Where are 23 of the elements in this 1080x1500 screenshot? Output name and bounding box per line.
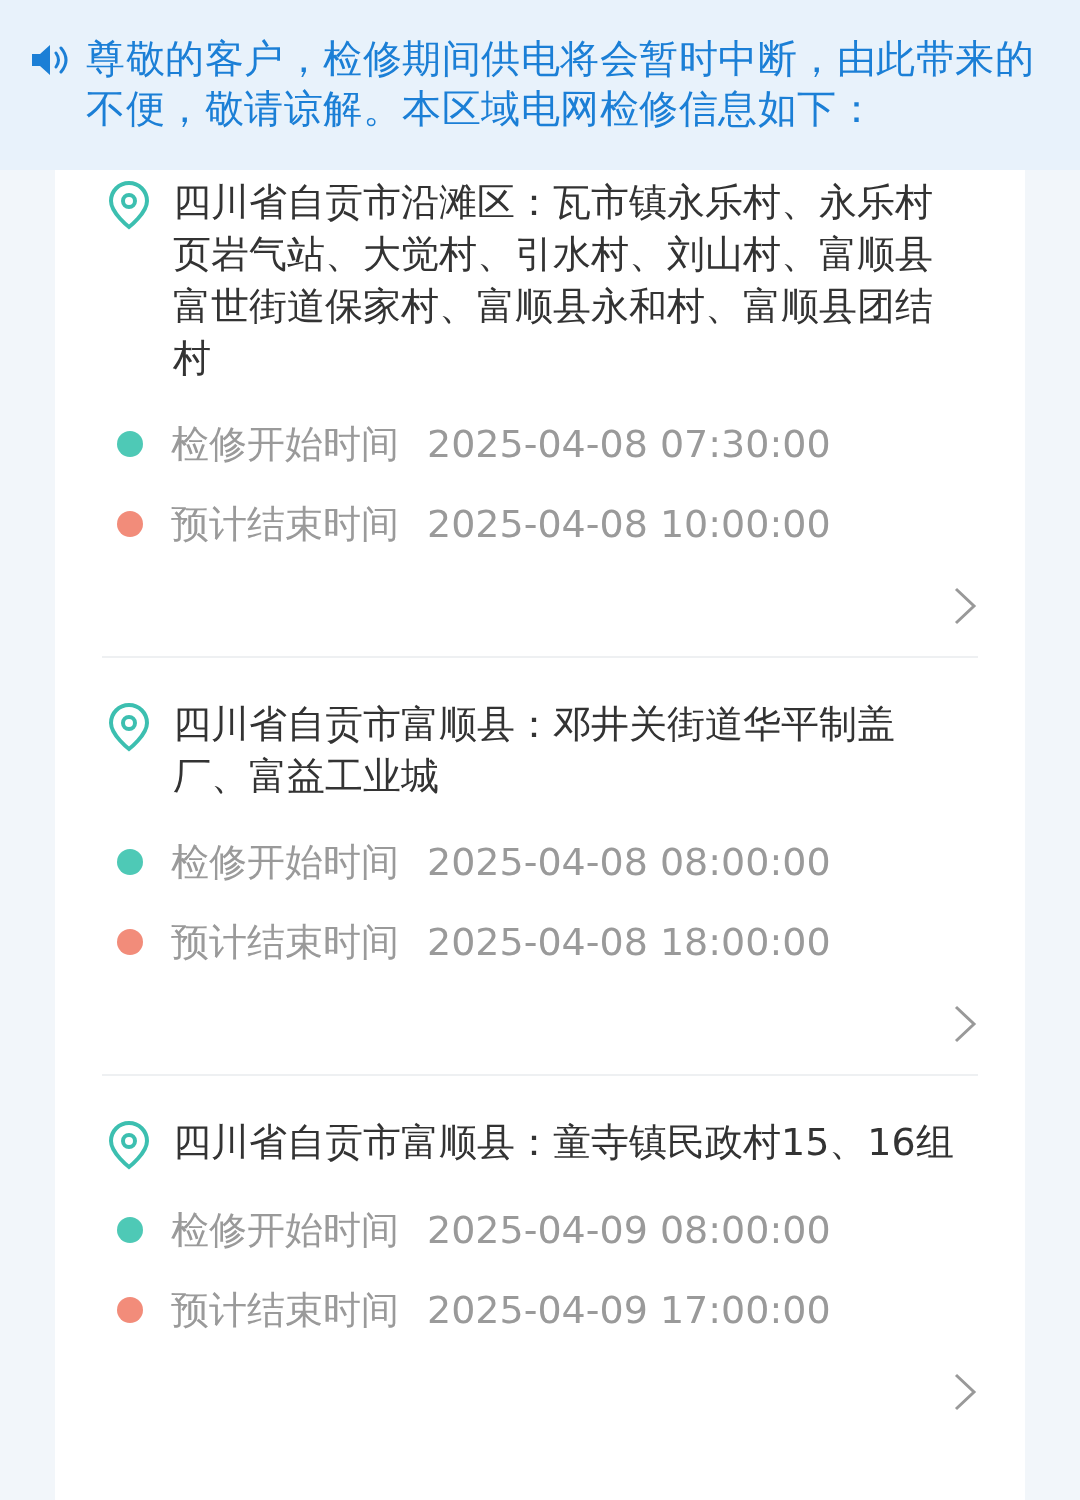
time-label: 检修开始时间	[171, 1208, 399, 1252]
location-pin-icon	[107, 702, 151, 752]
time-value: 2025-04-08 10:00:00	[427, 502, 831, 546]
time-label: 预计结束时间	[171, 920, 399, 964]
time-label: 检修开始时间	[171, 840, 399, 884]
time-value: 2025-04-08 18:00:00	[427, 920, 831, 964]
time-label: 预计结束时间	[171, 1288, 399, 1332]
time-value: 2025-04-09 17:00:00	[427, 1288, 831, 1332]
location-pin-icon	[107, 1120, 151, 1170]
notice-text: 尊敬的客户，检修期间供电将会暂时中断，由此带来的不便，敬请谅解。本区域电网检修信息如下：	[86, 35, 1035, 133]
chevron-right-icon[interactable]	[952, 1004, 978, 1044]
chevron-right-icon[interactable]	[952, 586, 978, 626]
speaker-icon	[30, 42, 70, 78]
time-label: 预计结束时间	[171, 502, 399, 546]
chevron-right-icon[interactable]	[952, 1372, 978, 1412]
area-text: 四川省自贡市富顺县：童寺镇民政村15、16组	[173, 1119, 955, 1166]
area-text: 四川省自贡市富顺县：邓井关街道华平制盖厂、富益工业城	[173, 701, 896, 800]
location-pin-icon	[107, 180, 151, 230]
time-value: 2025-04-08 08:00:00	[427, 840, 831, 884]
time-label: 检修开始时间	[171, 422, 399, 466]
time-value: 2025-04-09 08:00:00	[427, 1208, 831, 1252]
area-text: 四川省自贡市沿滩区：瓦市镇永乐村、永乐村页岩气站、大觉村、引水村、刘山村、富顺县富世街道保家村、富顺县永和村、富顺县团结村	[173, 179, 934, 382]
time-value: 2025-04-08 07:30:00	[427, 422, 831, 466]
